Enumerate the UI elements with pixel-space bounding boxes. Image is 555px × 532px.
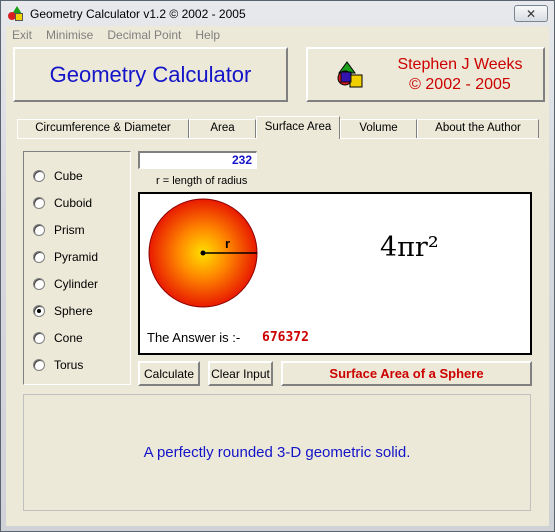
tab-area[interactable]: Area <box>189 119 256 138</box>
shape-radio-group: Cube Cuboid Prism Pyramid Cylinder Spher… <box>23 151 131 385</box>
shape-title-panel: Surface Area of a Sphere <box>281 361 532 386</box>
radio-label: Prism <box>54 223 85 237</box>
radio-torus[interactable]: Torus <box>33 357 83 373</box>
author-name: Stephen J Weeks <box>397 56 523 73</box>
author-credit: Stephen J Weeks © 2002 - 2005 <box>380 55 540 95</box>
radio-prism[interactable]: Prism <box>33 222 85 238</box>
radio-cone[interactable]: Cone <box>33 330 83 346</box>
shape-title: Surface Area of a Sphere <box>329 366 484 381</box>
close-icon: ✕ <box>525 6 537 21</box>
menu-bar: Exit Minimise Decimal Point Help <box>6 26 549 44</box>
radio-button[interactable] <box>33 251 45 263</box>
radio-label: Cube <box>54 169 83 183</box>
calculate-button[interactable]: Calculate <box>138 361 200 386</box>
radio-cylinder[interactable]: Cylinder <box>33 276 98 292</box>
radius-label: r <box>225 236 230 251</box>
radio-label: Sphere <box>54 304 93 318</box>
tab-circumference-diameter[interactable]: Circumference & Diameter <box>17 119 189 138</box>
tab-strip: Circumference & Diameter Area Surface Ar… <box>17 116 539 139</box>
answer-label: The Answer is :- <box>147 330 241 345</box>
radius-input[interactable]: 232 <box>138 151 257 169</box>
radio-button[interactable] <box>33 332 45 344</box>
answer-value: 676372 <box>262 330 309 345</box>
radio-button[interactable] <box>33 170 45 182</box>
calculate-label: Calculate <box>143 366 195 381</box>
tab-volume[interactable]: Volume <box>340 119 417 138</box>
app-window: Geometry Calculator v1.2 © 2002 - 2005 ✕… <box>0 0 555 532</box>
radio-label: Pyramid <box>54 250 99 264</box>
shape-description: A perfectly rounded 3-D geometric solid. <box>143 444 411 461</box>
radio-button[interactable] <box>33 224 45 236</box>
radio-label: Torus <box>54 358 84 372</box>
title-bar[interactable]: Geometry Calculator v1.2 © 2002 - 2005 ✕ <box>2 2 553 26</box>
menu-decimal-point[interactable]: Decimal Point <box>107 28 181 42</box>
radio-cube[interactable]: Cube <box>33 168 83 184</box>
radio-button[interactable] <box>33 197 45 209</box>
radio-pyramid[interactable]: Pyramid <box>33 249 98 265</box>
app-name-banner: Geometry Calculator <box>13 47 288 102</box>
description-panel: A perfectly rounded 3-D geometric solid. <box>23 394 531 511</box>
surface-area-formula: 4πr² <box>380 232 439 263</box>
sphere-diagram: r <box>148 198 258 308</box>
radio-sphere[interactable]: Sphere <box>33 303 93 319</box>
radio-button-selected[interactable] <box>33 305 45 317</box>
menu-help[interactable]: Help <box>195 28 220 42</box>
geometry-shapes-icon <box>8 6 24 22</box>
radio-label: Cone <box>54 331 83 345</box>
shapes-logo-icon <box>337 61 363 88</box>
menu-minimise[interactable]: Minimise <box>46 28 93 42</box>
radio-button[interactable] <box>33 278 45 290</box>
window-title: Geometry Calculator v1.2 © 2002 - 2005 <box>30 7 246 21</box>
clear-input-label: Clear Input <box>211 366 270 381</box>
radius-caption: r = length of radius <box>156 175 248 187</box>
author-banner: Stephen J Weeks © 2002 - 2005 <box>306 47 545 102</box>
clear-input-button[interactable]: Clear Input <box>208 361 273 386</box>
menu-exit[interactable]: Exit <box>12 28 32 42</box>
radio-button[interactable] <box>33 359 45 371</box>
close-button[interactable]: ✕ <box>514 5 548 22</box>
radio-label: Cylinder <box>54 277 99 291</box>
radio-label: Cuboid <box>54 196 93 210</box>
tab-about-author[interactable]: About the Author <box>417 119 539 138</box>
author-copyright: © 2002 - 2005 <box>409 76 511 93</box>
result-display: r 4πr² The Answer is :- 676372 <box>138 192 532 355</box>
client-area: Geometry Calculator Stephen J Weeks © 20… <box>6 44 549 526</box>
tab-surface-area[interactable]: Surface Area <box>256 116 340 139</box>
radio-cuboid[interactable]: Cuboid <box>33 195 92 211</box>
